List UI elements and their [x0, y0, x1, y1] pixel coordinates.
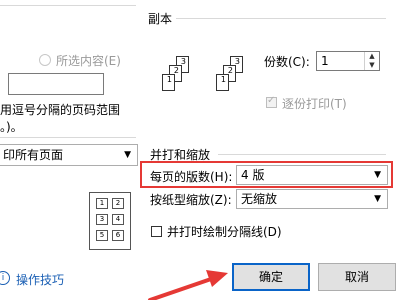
red-arrow-annotation [148, 270, 228, 300]
